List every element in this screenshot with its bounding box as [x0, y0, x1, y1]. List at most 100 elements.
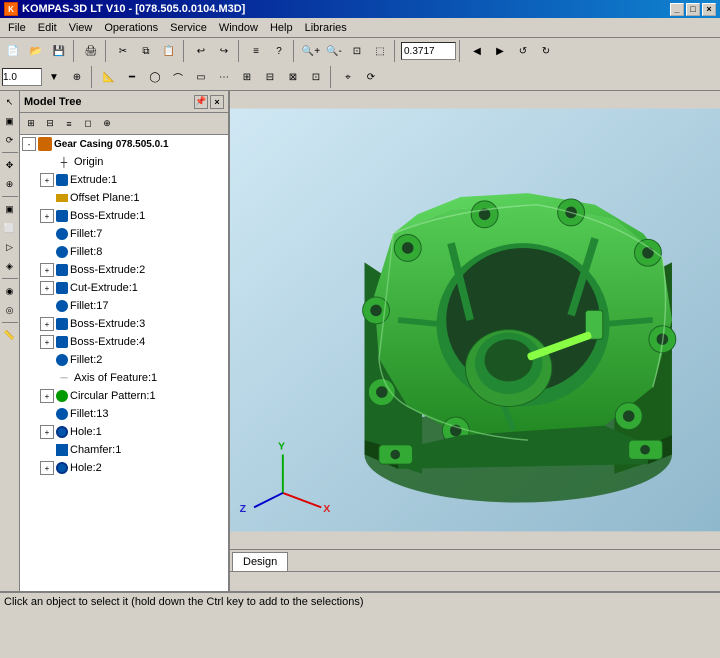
right-view-tool[interactable]: ▷ [1, 238, 19, 256]
tree-tb-btn5[interactable]: ⊕ [98, 115, 116, 133]
lv-sep1 [2, 152, 18, 153]
expand-root[interactable]: - [22, 137, 36, 151]
rotate-tool[interactable]: ⟳ [1, 131, 19, 149]
maximize-button[interactable]: □ [686, 3, 700, 16]
paste-button[interactable]: 📋 [158, 40, 180, 62]
tree-item-chamfer1[interactable]: Chamfer:1 [20, 441, 228, 459]
tb-btn-misc2[interactable]: ? [268, 40, 290, 62]
menu-operations[interactable]: Operations [98, 18, 164, 37]
tb-btn-a1[interactable]: ◀ [466, 40, 488, 62]
expand-bossextrude2[interactable]: + [40, 263, 54, 277]
front-view-tool[interactable]: ▣ [1, 200, 19, 218]
tree-item-cutextrude1[interactable]: + Cut-Extrude:1 [20, 279, 228, 297]
zoom-area-tool[interactable]: ⊕ [1, 175, 19, 193]
tree-tb-btn3[interactable]: ≡ [60, 115, 78, 133]
menu-help[interactable]: Help [264, 18, 299, 37]
tb2-btn3[interactable]: ━ [121, 66, 143, 88]
tb2-btn1[interactable]: ⊕ [66, 66, 88, 88]
tb2-btn10[interactable]: ⊠ [282, 66, 304, 88]
expand-extrude1[interactable]: + [40, 173, 54, 187]
expand-bossextrude4[interactable]: + [40, 335, 54, 349]
tree-item-bossextrude2[interactable]: + Boss-Extrude:2 [20, 261, 228, 279]
tree-close-button[interactable]: × [210, 95, 224, 109]
scale-input[interactable] [2, 68, 42, 86]
close-button[interactable]: × [702, 3, 716, 16]
minimize-button[interactable]: _ [670, 3, 684, 16]
open-button[interactable]: 📂 [25, 40, 47, 62]
tree-item-hole1[interactable]: + Hole:1 [20, 423, 228, 441]
measure-tool[interactable]: 📏 [1, 326, 19, 344]
tb-btn-a2[interactable]: ▶ [489, 40, 511, 62]
undo-button[interactable]: ↩ [190, 40, 212, 62]
scale-combo-btn[interactable]: ▼ [43, 66, 65, 88]
tree-item-extrude1[interactable]: + Extrude:1 [20, 171, 228, 189]
tree-item-fillet7[interactable]: Fillet:7 [20, 225, 228, 243]
tree-item-circpattern1[interactable]: + Circular Pattern:1 [20, 387, 228, 405]
tb2-btn11[interactable]: ⊡ [305, 66, 327, 88]
new-button[interactable]: 📄 [2, 40, 24, 62]
expand-bossextrude3[interactable]: + [40, 317, 54, 331]
expand-hole2[interactable]: + [40, 461, 54, 475]
tree-item-fillet2[interactable]: Fillet:2 [20, 351, 228, 369]
cut-button[interactable]: ✂ [112, 40, 134, 62]
box-select-tool[interactable]: ▣ [1, 112, 19, 130]
top-view-tool[interactable]: ⬜ [1, 219, 19, 237]
zoom-out-button[interactable]: 🔍- [323, 40, 345, 62]
zoom-in-button[interactable]: 🔍+ [300, 40, 322, 62]
tree-item-fillet13[interactable]: Fillet:13 [20, 405, 228, 423]
zoom-value-input[interactable] [401, 42, 456, 60]
tb2-btn4[interactable]: ◯ [144, 66, 166, 88]
tree-item-bossextrude4[interactable]: + Boss-Extrude:4 [20, 333, 228, 351]
tree-item-axisfeature1[interactable]: ─ Axis of Feature:1 [20, 369, 228, 387]
tb2-btn9[interactable]: ⊟ [259, 66, 281, 88]
isometric-tool[interactable]: ◈ [1, 257, 19, 275]
expand-cutextrude1[interactable]: + [40, 281, 54, 295]
tb2-btn7[interactable]: ⋯ [213, 66, 235, 88]
tree-item-origin[interactable]: ┼ Origin [20, 153, 228, 171]
tree-tb-collapse[interactable]: ⊟ [41, 115, 59, 133]
tree-content[interactable]: - Gear Casing 078.505.0.1 ┼ Origin + Ext… [20, 135, 228, 591]
zoom-rect-button[interactable]: ⬚ [369, 40, 391, 62]
redo-button[interactable]: ↪ [213, 40, 235, 62]
zoom-fit-button[interactable]: ⊡ [346, 40, 368, 62]
menu-libraries[interactable]: Libraries [299, 18, 353, 37]
menu-view[interactable]: View [63, 18, 99, 37]
expand-circpattern1[interactable]: + [40, 389, 54, 403]
tb2-btn2[interactable]: 📐 [98, 66, 120, 88]
print-button[interactable]: 🖨 [80, 40, 102, 62]
shading-tool[interactable]: ◉ [1, 282, 19, 300]
expand-bossextrude1[interactable]: + [40, 209, 54, 223]
copy-button[interactable]: ⧉ [135, 40, 157, 62]
viewport-area[interactable]: X Y Z [230, 91, 720, 549]
tree-tb-btn4[interactable]: ◻ [79, 115, 97, 133]
tree-item-offsetplane1[interactable]: Offset Plane:1 [20, 189, 228, 207]
tree-item-root[interactable]: - Gear Casing 078.505.0.1 [20, 135, 228, 153]
tree-item-bossextrude3[interactable]: + Boss-Extrude:3 [20, 315, 228, 333]
tree-pin-button[interactable]: 📌 [194, 95, 208, 109]
menu-window[interactable]: Window [213, 18, 264, 37]
tb-btn-misc1[interactable]: ≡ [245, 40, 267, 62]
tree-item-fillet8[interactable]: Fillet:8 [20, 243, 228, 261]
tree-item-hole2[interactable]: + Hole:2 [20, 459, 228, 477]
pan-tool[interactable]: ✥ [1, 156, 19, 174]
tb2-btn12[interactable]: ⌖ [337, 66, 359, 88]
wireframe-tool[interactable]: ◎ [1, 301, 19, 319]
tree-item-bossextrude1[interactable]: + Boss-Extrude:1 [20, 207, 228, 225]
tb2-btn5[interactable]: ⌒ [167, 66, 189, 88]
save-button[interactable]: 💾 [48, 40, 70, 62]
cursor-tool[interactable]: ↖ [1, 93, 19, 111]
menu-service[interactable]: Service [164, 18, 213, 37]
tree-item-fillet17[interactable]: Fillet:17 [20, 297, 228, 315]
menu-edit[interactable]: Edit [32, 18, 63, 37]
tb-btn-a4[interactable]: ↻ [535, 40, 557, 62]
tb2-btn13[interactable]: ⟳ [360, 66, 382, 88]
expand-hole1[interactable]: + [40, 425, 54, 439]
tb2-btn6[interactable]: ▭ [190, 66, 212, 88]
tree-tb-expand[interactable]: ⊞ [22, 115, 40, 133]
tab-design[interactable]: Design [232, 552, 288, 572]
tb2-btn8[interactable]: ⊞ [236, 66, 258, 88]
tree-icon-extrude1 [56, 174, 68, 186]
menu-file[interactable]: File [2, 18, 32, 37]
tb-btn-a3[interactable]: ↺ [512, 40, 534, 62]
window-controls[interactable]: _ □ × [670, 3, 716, 16]
